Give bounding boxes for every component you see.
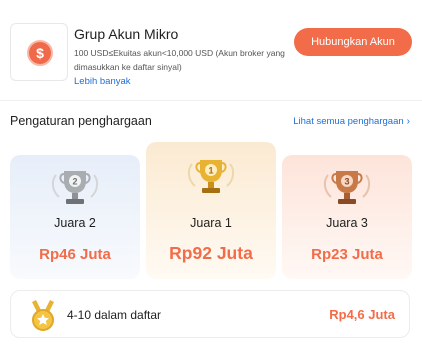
rank-label: Juara 1 — [190, 216, 232, 230]
group-description: 100 USD≤Ekuitas akun<10,000 USD (Akun br… — [74, 48, 285, 72]
connect-account-button[interactable]: Hubungkan Akun — [294, 28, 412, 56]
list-tier-label: 4-10 dalam daftar — [67, 308, 162, 322]
group-title: Grup Akun Mikro — [74, 26, 179, 42]
group-logo: $ — [10, 23, 68, 81]
see-all-rewards-link[interactable]: Lihat semua penghargaan › — [293, 116, 410, 127]
list-tier-card: 4-10 dalam daftar Rp4,6 Juta — [10, 290, 410, 338]
prize-amount: Rp92 Juta — [169, 243, 253, 263]
silver-trophy-icon: 2 — [51, 171, 99, 204]
rank-number: 3 — [344, 177, 349, 187]
rank-label: Juara 3 — [326, 216, 368, 230]
podium-card-rank-2: 2 Juara 2 Rp46 Juta — [10, 155, 140, 279]
chevron-right-icon: › — [406, 116, 410, 127]
bronze-trophy-icon: 3 — [323, 171, 371, 204]
prize-amount: Rp23 Juta — [311, 246, 383, 263]
more-link[interactable]: Lebih banyak — [74, 76, 131, 87]
rank-label: Juara 2 — [54, 216, 96, 230]
divider — [0, 100, 422, 101]
see-all-label: Lihat semua penghargaan — [293, 116, 404, 127]
podium-card-rank-3: 3 Juara 3 Rp23 Juta — [282, 155, 412, 279]
prize-amount: Rp46 Juta — [39, 246, 111, 263]
account-group-header: $ Grup Akun Mikro 100 USD≤Ekuitas akun<1… — [10, 20, 412, 87]
medal-icon — [32, 300, 54, 331]
rank-number: 1 — [208, 166, 213, 176]
rank-number: 2 — [72, 177, 77, 187]
rewards-section-title: Pengaturan penghargaan — [10, 114, 152, 128]
dollar-coin-icon: $ — [27, 40, 53, 66]
dollar-symbol: $ — [36, 45, 44, 61]
podium-card-rank-1: 1 Juara 1 Rp92 Juta — [146, 142, 276, 279]
gold-trophy-icon: 1 — [187, 160, 235, 193]
list-tier-prize: Rp4,6 Juta — [329, 307, 395, 322]
